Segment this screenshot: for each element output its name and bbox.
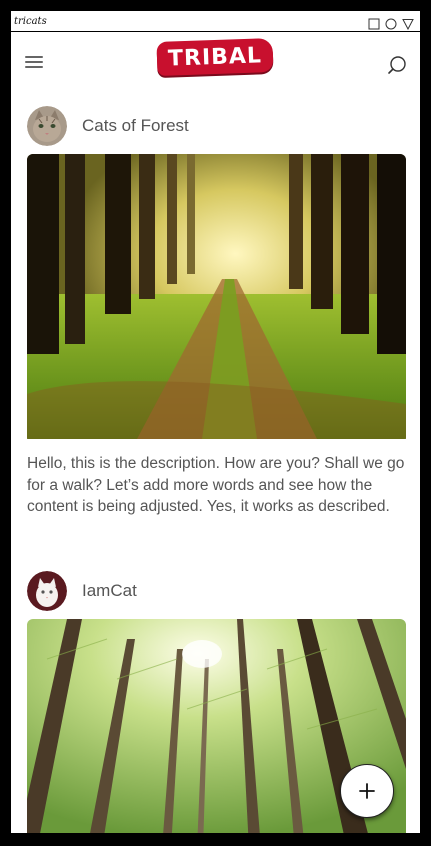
app-window: tricats TRIBAL Cats of Forest Hello, thi…	[11, 11, 420, 833]
circle-icon[interactable]	[385, 15, 397, 30]
post-author[interactable]: Cats of Forest	[82, 116, 189, 136]
app-header: TRIBAL	[11, 32, 420, 88]
post-description: Hello, this is the description. How are …	[27, 455, 405, 515]
window-title: tricats	[14, 15, 47, 27]
post-card: Cats of Forest Hello, this is the descri…	[27, 106, 406, 518]
add-post-button[interactable]	[340, 764, 394, 818]
square-icon[interactable]	[368, 15, 380, 30]
plus-icon	[359, 783, 375, 799]
app-logo[interactable]: TRIBAL	[156, 37, 274, 77]
avatar[interactable]	[27, 106, 67, 146]
avatar[interactable]	[27, 571, 67, 611]
hamburger-menu-icon[interactable]	[25, 56, 43, 70]
post-author[interactable]: IamCat	[82, 581, 137, 601]
search-icon[interactable]	[387, 55, 407, 75]
logo-text: TRIBAL	[167, 42, 263, 72]
window-controls	[368, 15, 414, 31]
window-titlebar: tricats	[11, 11, 420, 32]
post-image[interactable]	[27, 154, 406, 443]
triangle-icon[interactable]	[402, 15, 414, 31]
post-header: Cats of Forest	[27, 106, 406, 146]
post-header: IamCat	[27, 571, 406, 611]
